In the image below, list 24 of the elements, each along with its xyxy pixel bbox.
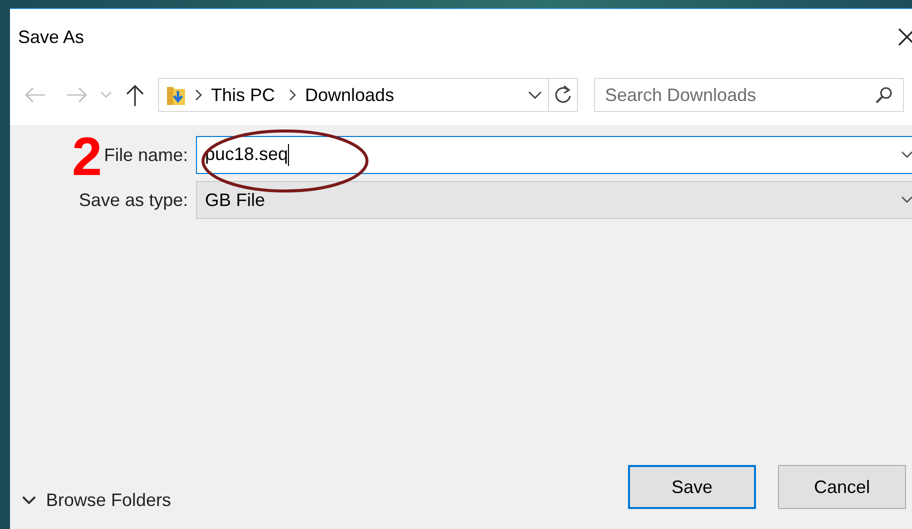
chevron-down-icon[interactable]	[901, 151, 912, 159]
dialog-button[interactable]: Cancel	[778, 465, 906, 509]
type-dropdown[interactable]: GB File	[196, 181, 912, 219]
up-arrow-icon[interactable]	[126, 84, 144, 106]
refresh-icon[interactable]	[553, 84, 573, 106]
chevron-right-icon	[195, 89, 203, 101]
field-label: Save as type:	[78, 190, 188, 210]
dialog-button[interactable]: Save	[628, 465, 756, 509]
file-name-field[interactable]: puc18.seq	[196, 136, 912, 174]
chevron-right-icon	[289, 89, 298, 101]
search-placeholder: Search Downloads	[605, 84, 756, 106]
address-bar[interactable]: This PC Downloads	[158, 78, 578, 112]
browse-folders-toggle[interactable]: Browse Folders	[22, 490, 172, 511]
field-label: File name:	[104, 144, 188, 166]
breadcrumb-item[interactable]: This PC	[211, 84, 276, 106]
close-icon[interactable]	[898, 28, 912, 46]
breadcrumb-item[interactable]: Downloads	[305, 84, 394, 106]
chevron-down-icon[interactable]	[528, 90, 542, 100]
window-title: Save As	[18, 26, 84, 48]
search-field[interactable]: Search Downloads	[594, 78, 904, 112]
step-number: 2	[72, 135, 102, 181]
search-icon[interactable]	[875, 86, 893, 104]
chevron-down-icon[interactable]	[901, 196, 912, 204]
chevron-down-icon[interactable]	[22, 496, 36, 505]
